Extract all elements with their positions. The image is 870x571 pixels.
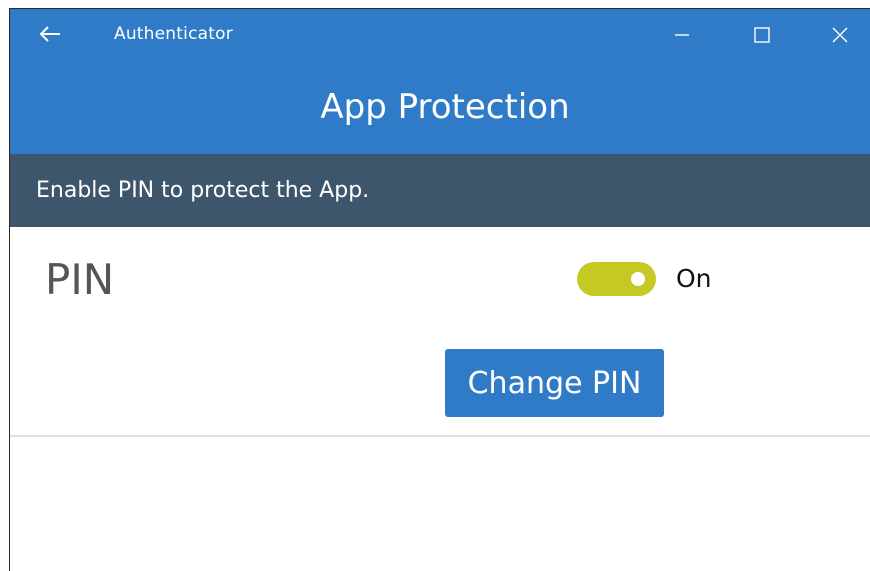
maximize-icon bbox=[754, 27, 770, 43]
back-arrow-icon bbox=[39, 26, 60, 42]
minimize-icon bbox=[675, 34, 689, 36]
app-title: Authenticator bbox=[114, 24, 233, 44]
pin-toggle[interactable] bbox=[577, 262, 656, 296]
toggle-state-label: On bbox=[676, 264, 712, 293]
pin-label: PIN bbox=[45, 255, 115, 304]
app-window: Authenticator App Protection Enable PIN … bbox=[9, 8, 870, 571]
page-title: App Protection bbox=[320, 87, 570, 127]
change-pin-button[interactable]: Change PIN bbox=[445, 349, 664, 417]
title-bar: Authenticator bbox=[10, 9, 870, 61]
divider bbox=[10, 435, 870, 437]
maximize-button[interactable] bbox=[732, 15, 792, 55]
back-button[interactable] bbox=[28, 17, 72, 51]
close-button[interactable] bbox=[810, 15, 870, 55]
minimize-button[interactable] bbox=[652, 15, 712, 55]
banner-text: Enable PIN to protect the App. bbox=[36, 178, 370, 203]
toggle-knob bbox=[631, 272, 645, 286]
page-header: App Protection bbox=[10, 61, 870, 154]
close-icon bbox=[832, 27, 848, 43]
info-banner: Enable PIN to protect the App. bbox=[10, 154, 870, 227]
